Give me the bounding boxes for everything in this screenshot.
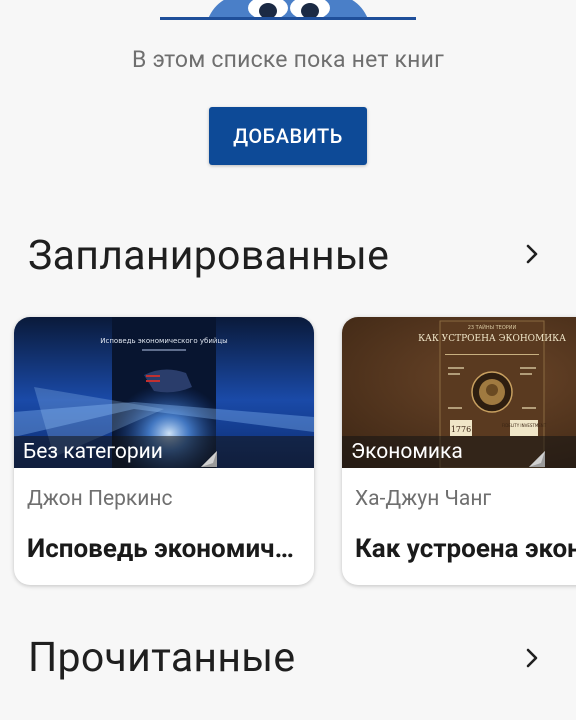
chevron-right-icon[interactable] (520, 646, 544, 670)
book-title: Как устроена экономика (355, 534, 576, 564)
cover-badge-text: FIDELITY INVESTMENT (502, 423, 547, 428)
page-fold-icon (201, 451, 217, 467)
reading-lists-screen: В этом списке пока нет книг ДОБАВИТЬ Зап… (0, 0, 576, 720)
cover-title-text: КАК УСТРОЕНА ЭКОНОМИКА (418, 334, 566, 344)
book-author: Ха-Джун Чанг (355, 487, 492, 511)
chevron-right-icon[interactable] (520, 242, 544, 266)
empty-list-mascot-illustration (160, 0, 416, 22)
cover-title-text: Исповедь экономического убийцы (100, 337, 227, 345)
page-fold-icon (529, 451, 545, 467)
section-title-read[interactable]: Прочитанные (28, 634, 295, 682)
book-cover: Исповедь экономического убийцы Без катег… (14, 317, 314, 468)
book-card[interactable]: 23 ТАЙНЫ ТЕОРИИ КАК УСТРОЕНА ЭКОНОМИКА 1… (342, 317, 576, 585)
section-title-planned[interactable]: Запланированные (28, 232, 389, 280)
category-label: Без категории (14, 436, 314, 468)
cover-badge-text: 1776 (451, 425, 471, 434)
cover-subtitle-text: 23 ТАЙНЫ ТЕОРИИ (468, 324, 517, 331)
book-card[interactable]: Исповедь экономического убийцы Без катег… (14, 317, 314, 585)
add-book-button[interactable]: ДОБАВИТЬ (209, 107, 367, 165)
next-cards-edge (32, 714, 576, 720)
empty-list-message: В этом списке пока нет книг (132, 46, 444, 73)
book-title: Исповедь экономического убийцы (27, 534, 307, 564)
book-author: Джон Перкинс (27, 487, 173, 511)
book-cover: 23 ТАЙНЫ ТЕОРИИ КАК УСТРОЕНА ЭКОНОМИКА 1… (342, 317, 576, 468)
